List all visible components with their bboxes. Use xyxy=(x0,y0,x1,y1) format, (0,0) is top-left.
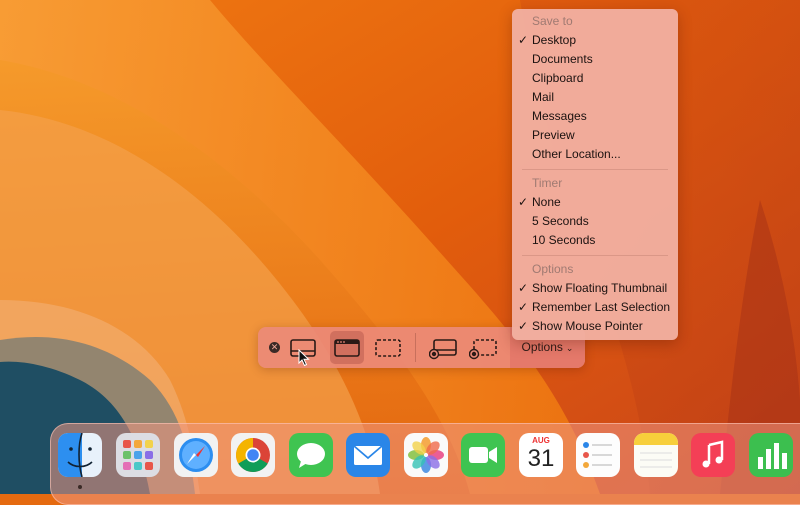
calendar-icon[interactable]: AUG 31 xyxy=(519,433,563,477)
menu-item-clipboard[interactable]: Clipboard xyxy=(512,69,678,88)
mail-icon[interactable] xyxy=(346,433,390,477)
record-screen-icon xyxy=(429,339,457,360)
desktop-wallpaper xyxy=(0,0,800,494)
menu-item-mail[interactable]: Mail xyxy=(512,88,678,107)
checkmark-icon: ✓ xyxy=(518,281,529,295)
mouse-pointer-icon xyxy=(298,349,310,367)
facetime-icon[interactable] xyxy=(461,433,505,477)
calendar-day: 31 xyxy=(527,445,555,472)
menu-item-label: Documents xyxy=(532,52,593,66)
record-selected-portion-button[interactable] xyxy=(465,331,499,364)
options-menu: Save to ✓ Desktop Documents Clipboard Ma… xyxy=(512,9,678,340)
menu-item-show-floating-thumbnail[interactable]: ✓ Show Floating Thumbnail xyxy=(512,279,678,298)
menu-item-none[interactable]: ✓ None xyxy=(512,193,678,212)
menu-separator xyxy=(522,169,668,170)
checkmark-icon: ✓ xyxy=(518,300,529,314)
reminders-icon[interactable] xyxy=(576,433,620,477)
chrome-icon[interactable] xyxy=(231,433,275,477)
launchpad-icon[interactable] xyxy=(116,433,160,477)
menu-item-label: Preview xyxy=(532,128,575,142)
menu-item-label: Clipboard xyxy=(532,71,584,85)
menu-item-label: 5 Seconds xyxy=(532,214,589,228)
notes-icon[interactable] xyxy=(634,433,678,477)
menu-item-10-seconds[interactable]: 10 Seconds xyxy=(512,231,678,250)
toolbar-divider xyxy=(415,333,416,362)
menu-item-messages[interactable]: Messages xyxy=(512,107,678,126)
menu-item-label: Remember Last Selection xyxy=(532,300,671,314)
finder-icon[interactable] xyxy=(58,433,102,477)
selection-icon xyxy=(375,339,401,357)
menu-item-label: Other Location... xyxy=(532,147,621,161)
menu-item-remember-last-selection[interactable]: ✓ Remember Last Selection xyxy=(512,298,678,317)
checkmark-icon: ✓ xyxy=(518,33,529,47)
menu-separator xyxy=(522,255,668,256)
chevron-down-icon: ⌄ xyxy=(565,343,574,353)
menu-item-label: 10 Seconds xyxy=(532,233,596,247)
menu-header-timer: Timer xyxy=(512,174,678,193)
menu-header-label: Timer xyxy=(532,176,563,190)
menu-item-other-location[interactable]: Other Location... xyxy=(512,145,678,164)
menu-header-options: Options xyxy=(512,260,678,279)
menu-item-label: Desktop xyxy=(532,33,577,47)
record-selection-icon xyxy=(469,339,497,360)
menu-item-5-seconds[interactable]: 5 Seconds xyxy=(512,212,678,231)
menu-item-desktop[interactable]: ✓ Desktop xyxy=(512,31,678,50)
capture-selected-portion-button[interactable] xyxy=(371,331,405,364)
menu-item-label: None xyxy=(532,195,561,209)
checkmark-icon: ✓ xyxy=(518,195,529,209)
calendar-month: AUG xyxy=(532,436,550,445)
menu-item-show-mouse-pointer[interactable]: ✓ Show Mouse Pointer xyxy=(512,317,678,336)
options-label: Options xyxy=(521,340,563,354)
safari-icon[interactable] xyxy=(174,433,218,477)
menu-item-label: Mail xyxy=(532,90,555,104)
menu-item-preview[interactable]: Preview xyxy=(512,126,678,145)
record-entire-screen-button[interactable] xyxy=(425,331,459,364)
window-icon xyxy=(334,339,360,357)
menu-item-label: Show Floating Thumbnail xyxy=(532,281,668,295)
numbers-icon[interactable] xyxy=(749,433,793,477)
music-icon[interactable] xyxy=(691,433,735,477)
checkmark-icon: ✓ xyxy=(518,319,529,333)
menu-header-save-to: Save to xyxy=(512,12,678,31)
menu-header-label: Save to xyxy=(532,14,573,28)
close-toolbar-button[interactable]: ✕ xyxy=(269,342,280,353)
capture-selected-window-button[interactable] xyxy=(330,331,364,364)
messages-icon[interactable] xyxy=(289,433,333,477)
menu-item-label: Messages xyxy=(532,109,587,123)
running-indicator xyxy=(78,485,82,489)
menu-item-documents[interactable]: Documents xyxy=(512,50,678,69)
photos-icon[interactable] xyxy=(404,433,448,477)
menu-item-label: Show Mouse Pointer xyxy=(532,319,643,333)
menu-header-label: Options xyxy=(532,262,574,276)
